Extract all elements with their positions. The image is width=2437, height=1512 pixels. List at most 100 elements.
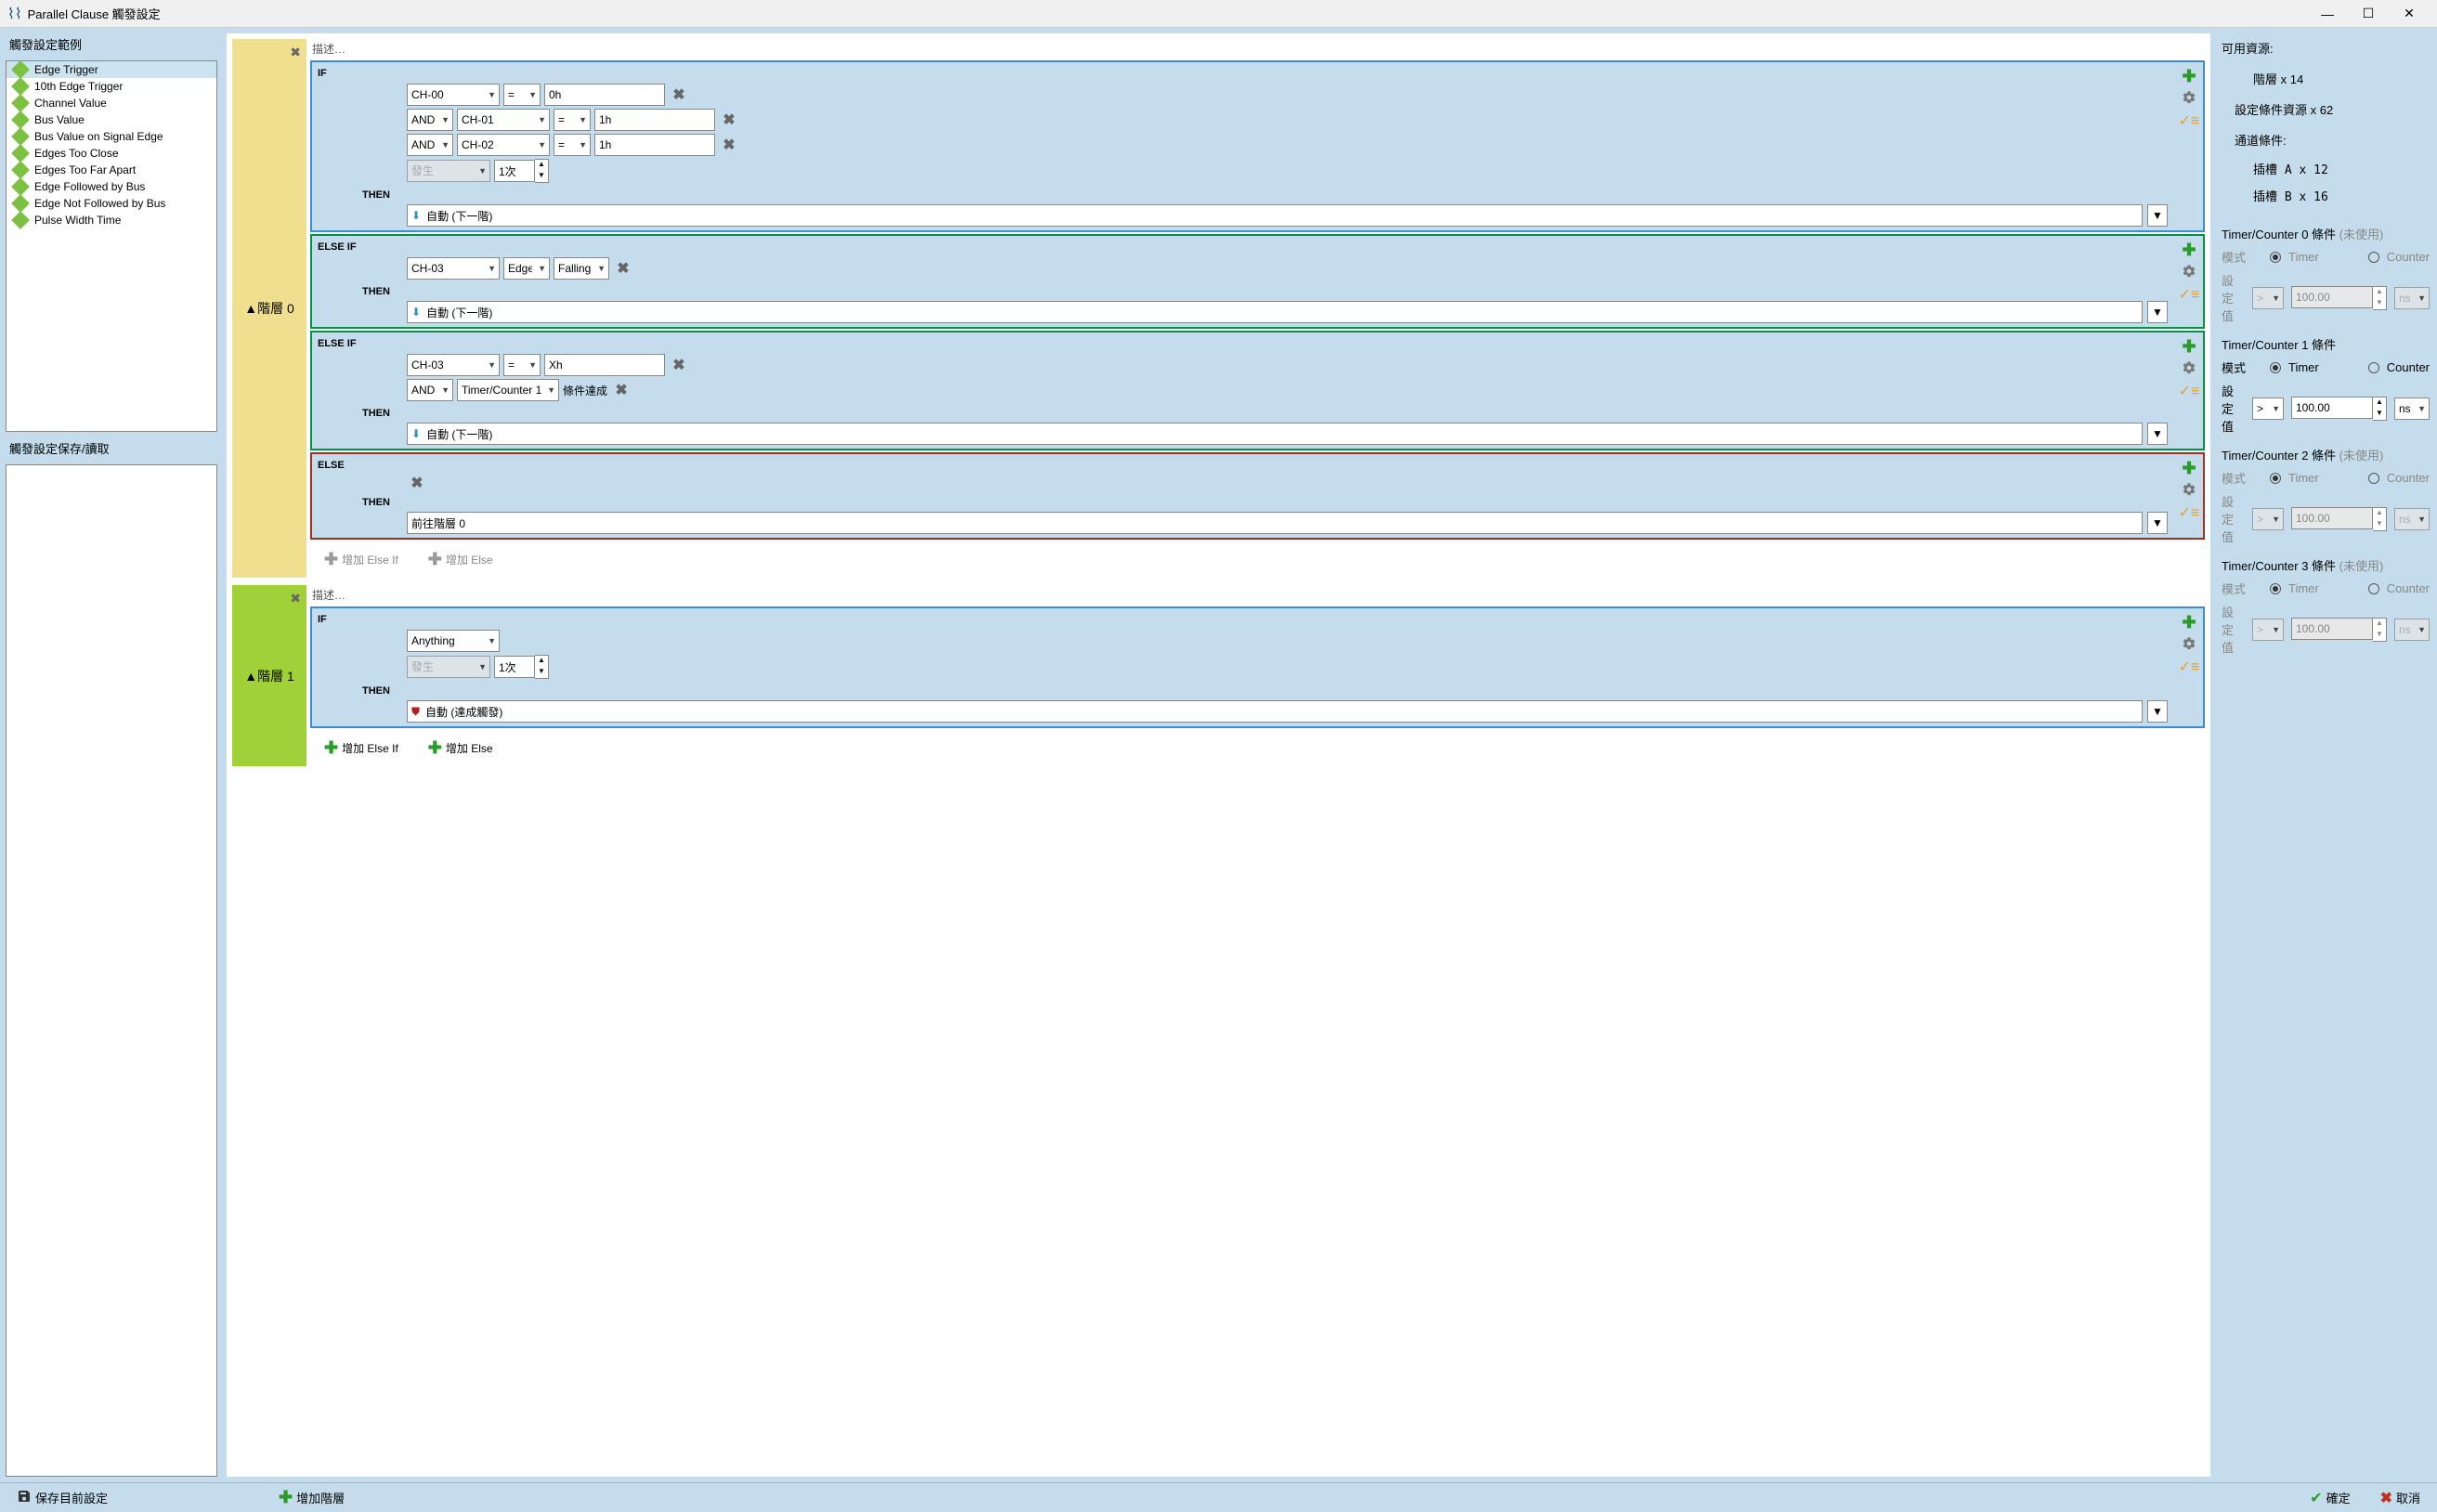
save-settings-button[interactable]: 保存目前設定 (7, 1485, 117, 1510)
select[interactable]: CH-03 (407, 257, 500, 280)
add-elseif-button[interactable]: ✚增加 Else If (314, 734, 409, 763)
clause-type-label: ELSE IF (318, 336, 2197, 351)
add-condition-button[interactable]: ✚ (2179, 336, 2199, 357)
maximize-button[interactable]: ☐ (2348, 1, 2389, 27)
cancel-button[interactable]: ✖ 取消 (2371, 1485, 2430, 1511)
action-select[interactable]: ⛊自動 (達成觸發) (407, 700, 2143, 723)
tc-value-input[interactable] (2291, 397, 2373, 419)
action-select[interactable]: ⬇自動 (下一階) (407, 204, 2143, 227)
select[interactable]: Edge (503, 257, 550, 280)
action-select[interactable]: ⬇自動 (下一階) (407, 423, 2143, 445)
text-input[interactable] (494, 160, 535, 182)
delete-icon[interactable]: ✖ (611, 380, 632, 400)
validate-button[interactable]: ✓≡ (2179, 284, 2199, 305)
example-item[interactable]: Edges Too Far Apart (7, 162, 216, 178)
action-dropdown-button[interactable]: ▼ (2147, 423, 2168, 445)
select[interactable]: CH-01 (457, 109, 550, 131)
example-item[interactable]: Bus Value (7, 111, 216, 128)
example-item[interactable]: Channel Value (7, 95, 216, 111)
select[interactable]: = (554, 134, 591, 156)
select[interactable]: AND (407, 379, 453, 401)
example-item[interactable]: Edge Followed by Bus (7, 178, 216, 195)
delete-icon[interactable]: ✖ (613, 258, 633, 279)
select[interactable]: = (503, 354, 541, 376)
settings-button[interactable] (2179, 358, 2199, 379)
description-label[interactable]: 描述… (310, 39, 2205, 59)
tc-value-row: 設定值>▲▼ns (2222, 382, 2430, 435)
delete-clause-button[interactable]: ✖ (407, 473, 427, 493)
add-condition-button[interactable]: ✚ (2179, 612, 2199, 632)
clause-type-label: IF (318, 66, 2197, 81)
example-item[interactable]: Bus Value on Signal Edge (7, 128, 216, 145)
delete-icon[interactable]: ✖ (719, 135, 739, 155)
validate-button[interactable]: ✓≡ (2179, 502, 2199, 523)
close-button[interactable]: ✕ (2389, 1, 2430, 27)
text-input[interactable] (544, 354, 665, 376)
select[interactable]: Falling (554, 257, 609, 280)
select: ns (2394, 287, 2430, 309)
select[interactable]: Anything (407, 630, 500, 652)
timer-counter-block: Timer/Counter 2 條件 (未使用)模式TimerCounter設定… (2222, 446, 2430, 545)
action-dropdown-button[interactable]: ▼ (2147, 204, 2168, 227)
settings-button[interactable] (2179, 634, 2199, 655)
add-condition-button[interactable]: ✚ (2179, 458, 2199, 478)
select[interactable]: = (554, 109, 591, 131)
add-else-button[interactable]: ✚增加 Else (418, 734, 503, 763)
action-dropdown-button[interactable]: ▼ (2147, 301, 2168, 323)
settings-button[interactable] (2179, 480, 2199, 501)
example-item[interactable]: 10th Edge Trigger (7, 78, 216, 95)
text-input[interactable] (494, 656, 535, 678)
arrow-down-icon: ⬇ (411, 306, 421, 319)
level-handle[interactable]: ✖▲階層 0 (232, 39, 306, 578)
example-item[interactable]: Edge Not Followed by Bus (7, 195, 216, 212)
text-input[interactable] (594, 109, 715, 131)
example-item[interactable]: Edges Too Close (7, 145, 216, 162)
select[interactable]: AND (407, 134, 453, 156)
select[interactable]: = (503, 84, 541, 106)
select[interactable]: AND (407, 109, 453, 131)
close-level-icon[interactable]: ✖ (290, 45, 301, 60)
timer-radio[interactable] (2270, 362, 2281, 373)
select[interactable]: Timer/Counter 1 (457, 379, 559, 401)
select[interactable]: CH-03 (407, 354, 500, 376)
delete-icon[interactable]: ✖ (719, 110, 739, 130)
add-condition-button[interactable]: ✚ (2179, 240, 2199, 260)
minimize-button[interactable]: — (2307, 1, 2348, 27)
validate-button[interactable]: ✓≡ (2179, 657, 2199, 677)
add-level-button[interactable]: ✚ 增加階層 (269, 1484, 354, 1511)
text-input[interactable] (544, 84, 665, 106)
select[interactable]: CH-02 (457, 134, 550, 156)
spinner[interactable]: ▲▼ (535, 159, 549, 183)
level-handle[interactable]: ✖▲階層 1 (232, 585, 306, 766)
action-dropdown-button[interactable]: ▼ (2147, 700, 2168, 723)
counter-radio[interactable] (2368, 362, 2379, 373)
check-icon: ✓≡ (2179, 658, 2200, 676)
validate-button[interactable]: ✓≡ (2179, 111, 2199, 131)
validate-button[interactable]: ✓≡ (2179, 381, 2199, 401)
select[interactable]: CH-00 (407, 84, 500, 106)
settings-button[interactable] (2179, 88, 2199, 109)
spinner[interactable]: ▲▼ (2373, 397, 2387, 421)
close-level-icon[interactable]: ✖ (290, 591, 301, 606)
settings-button[interactable] (2179, 262, 2199, 282)
delete-icon[interactable]: ✖ (669, 355, 689, 375)
action-select[interactable]: ⬇自動 (下一階) (407, 301, 2143, 323)
action-select[interactable]: 前往階層 0 (407, 512, 2143, 534)
spinner[interactable]: ▲▼ (535, 655, 549, 679)
text-input[interactable] (594, 134, 715, 156)
example-list[interactable]: Edge Trigger10th Edge TriggerChannel Val… (6, 60, 217, 432)
description-label[interactable]: 描述… (310, 585, 2205, 605)
tc-title: Timer/Counter 0 條件 (未使用) (2222, 225, 2430, 242)
available-resources-label: 可用資源: (2222, 37, 2430, 59)
select[interactable]: > (2252, 398, 2284, 420)
delete-icon[interactable]: ✖ (669, 85, 689, 105)
clause-elseif: ✚✓≡ELSE IFCH-03=✖ANDTimer/Counter 1條件達成✖… (310, 331, 2205, 450)
saveload-list[interactable] (6, 464, 217, 1477)
action-dropdown-button[interactable]: ▼ (2147, 512, 2168, 534)
example-item[interactable]: Pulse Width Time (7, 212, 216, 228)
select[interactable]: ns (2394, 398, 2430, 420)
example-item[interactable]: Edge Trigger (7, 61, 216, 78)
ok-button[interactable]: ✔ 確定 (2300, 1485, 2359, 1511)
add-condition-button[interactable]: ✚ (2179, 66, 2199, 86)
spinner: ▲▼ (2373, 286, 2387, 310)
